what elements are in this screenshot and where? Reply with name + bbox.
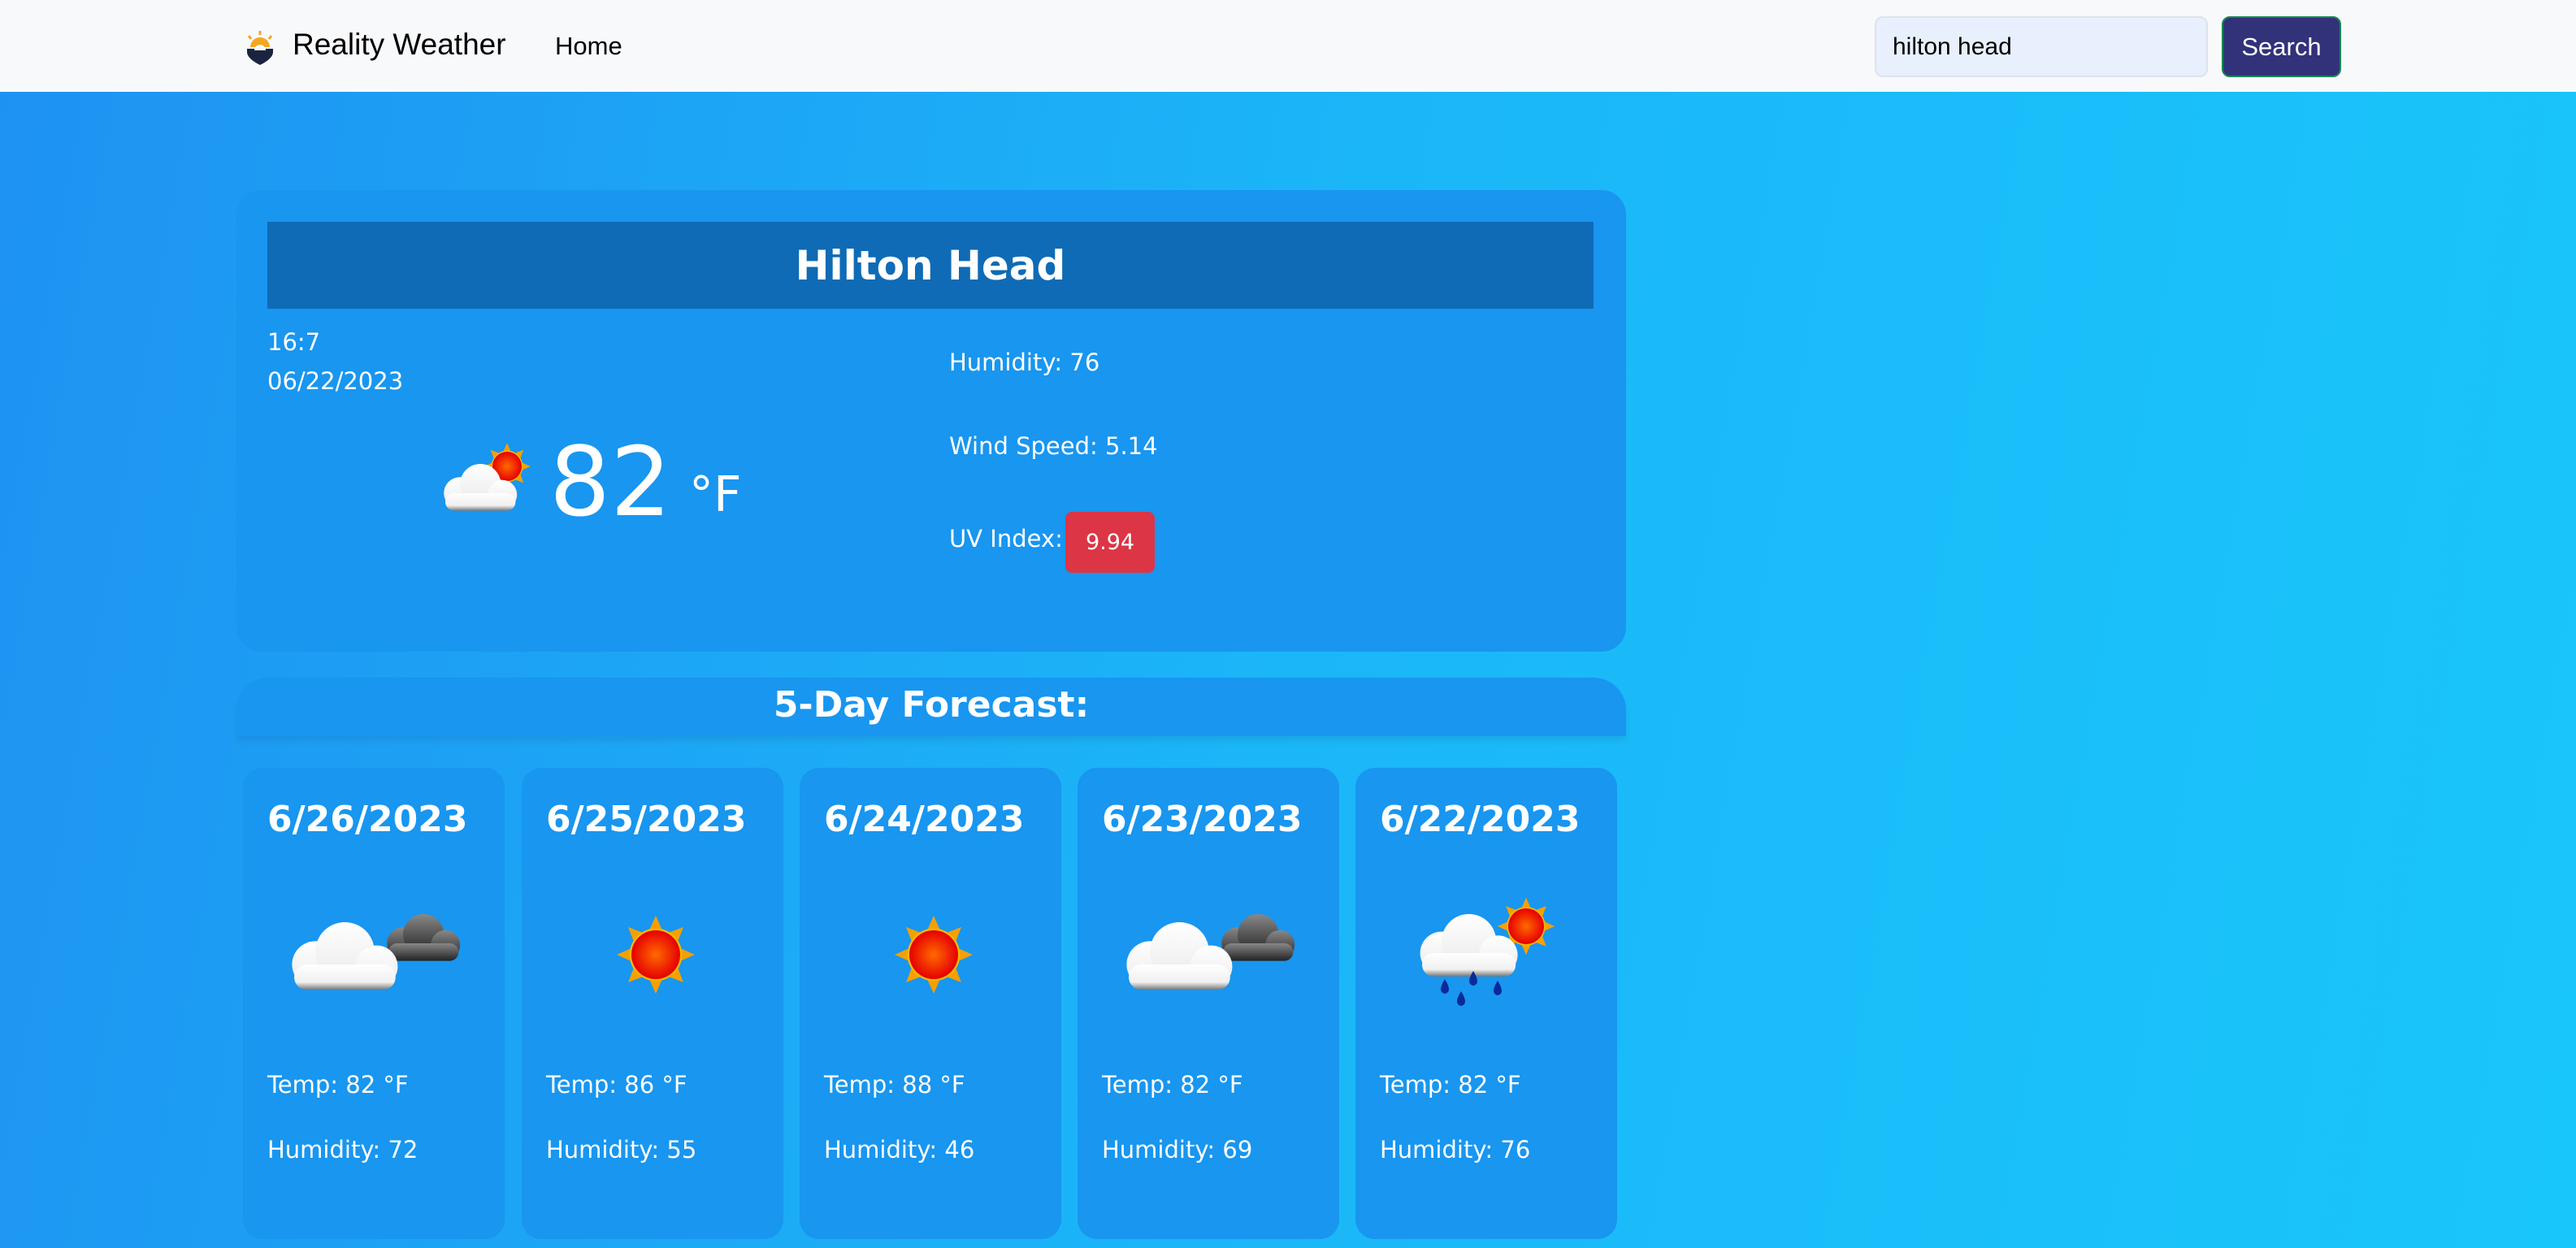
current-wind-speed: Wind Speed: 5.14	[949, 432, 1158, 460]
sunny-icon	[617, 916, 695, 994]
city-search-input[interactable]	[1875, 16, 2208, 77]
brand-name[interactable]: Reality Weather	[293, 28, 506, 62]
current-weather-card: Hilton Head 16:7 06/22/2023 82 °F Humidi…	[236, 190, 1626, 652]
forecast-date: 6/22/2023	[1380, 799, 1581, 840]
forecast-humidity: Humidity: 46	[824, 1136, 975, 1164]
forecast-day-card: 6/22/2023 Temp: 82 °F Humidity: 76	[1355, 768, 1617, 1239]
forecast-humidity: Humidity: 72	[267, 1136, 418, 1164]
forecast-temp: Temp: 86 °F	[546, 1071, 687, 1098]
forecast-humidity: Humidity: 69	[1102, 1136, 1253, 1164]
forecast-date: 6/23/2023	[1102, 799, 1303, 840]
forecast-humidity: Humidity: 55	[546, 1136, 697, 1164]
current-temperature: 82	[549, 426, 672, 538]
forecast-day-card: 6/26/2023 Temp: 82 °F Humidity: 72	[243, 768, 505, 1239]
forecast-temp: Temp: 82 °F	[267, 1071, 409, 1098]
cloudy-icon	[1126, 914, 1295, 990]
sunny-icon	[895, 916, 973, 994]
forecast-temp: Temp: 88 °F	[824, 1071, 965, 1098]
forecast-date: 6/24/2023	[824, 799, 1025, 840]
nav-home-link[interactable]: Home	[555, 32, 622, 61]
forecast-day-card: 6/24/2023 Temp: 88 °F Humidity: 46	[800, 768, 1061, 1239]
forecast-temp: Temp: 82 °F	[1102, 1071, 1243, 1098]
cloudy-icon	[292, 914, 461, 990]
forecast-humidity: Humidity: 76	[1380, 1136, 1531, 1164]
temperature-unit: °F	[689, 466, 742, 523]
partly-cloudy-icon	[444, 444, 531, 511]
forecast-date: 6/26/2023	[267, 799, 468, 840]
current-humidity: Humidity: 76	[949, 349, 1100, 376]
current-time: 16:7	[267, 328, 321, 356]
current-date: 06/22/2023	[267, 367, 404, 395]
forecast-date: 6/25/2023	[546, 799, 747, 840]
navbar: Reality Weather Home Search	[0, 0, 2576, 92]
rain-sun-icon	[1420, 897, 1555, 1006]
forecast-temp: Temp: 82 °F	[1380, 1071, 1521, 1098]
search-button[interactable]: Search	[2222, 16, 2341, 77]
forecast-day-card: 6/25/2023 Temp: 86 °F Humidity: 55	[522, 768, 783, 1239]
uv-index-badge: 9.94	[1065, 512, 1155, 573]
city-name: Hilton Head	[267, 222, 1594, 309]
sun-pin-logo-icon[interactable]	[244, 29, 276, 65]
forecast-day-card: 6/23/2023 Temp: 82 °F Humidity: 69	[1078, 768, 1339, 1239]
uv-index-label: UV Index:	[949, 525, 1063, 552]
forecast-title: 5-Day Forecast:	[236, 678, 1626, 736]
